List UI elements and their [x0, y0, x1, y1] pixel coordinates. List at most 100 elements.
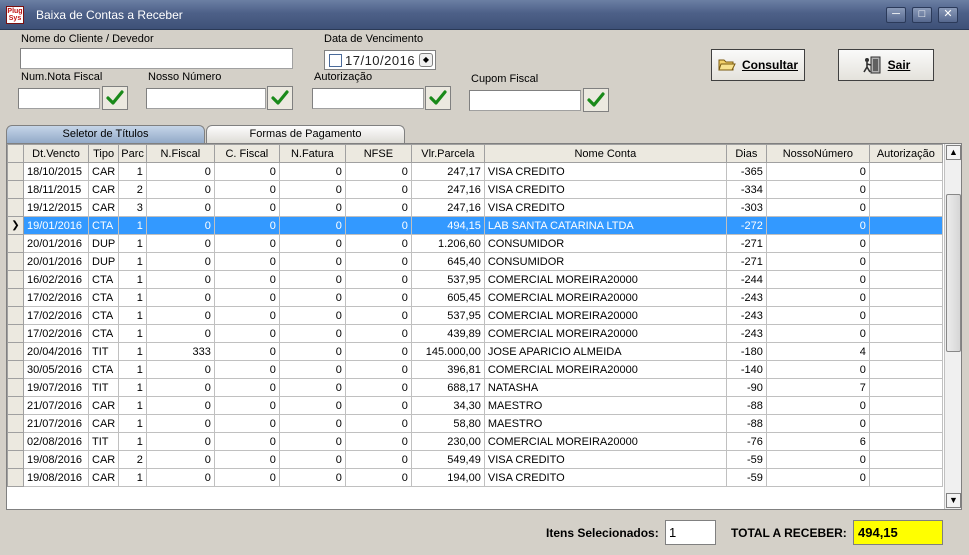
- row-indicator[interactable]: [7, 306, 24, 325]
- row-indicator[interactable]: [7, 234, 24, 253]
- nosso-numero-confirm-button[interactable]: [267, 86, 293, 110]
- column-header[interactable]: Autorização: [868, 144, 943, 163]
- table-cell: JOSE APARICIO ALMEIDA: [484, 342, 727, 361]
- vencimento-label: Data de Vencimento: [324, 33, 424, 45]
- cliente-label: Nome do Cliente / Devedor: [21, 33, 154, 45]
- table-cell: 0: [279, 252, 346, 271]
- cliente-input[interactable]: [20, 48, 293, 69]
- table-row[interactable]: 17/02/2016 CTA 1 0 0 0 0 537,95 COMERCIAL MOREIR…: [7, 306, 943, 325]
- consultar-label: Consultar: [741, 58, 798, 72]
- table-cell: -180: [726, 342, 767, 361]
- scroll-down-icon[interactable]: ▼: [946, 493, 961, 508]
- table-row[interactable]: 17/02/2016 CTA 1 0 0 0 0 605,45 COMERCIAL MOREIR…: [7, 288, 943, 307]
- date-dropdown-icon[interactable]: ◆: [419, 53, 433, 67]
- close-button[interactable]: ✕: [938, 7, 958, 23]
- row-indicator[interactable]: [7, 414, 24, 433]
- table-row[interactable]: 18/10/2015 CAR 1 0 0 0 0 247,17 VISA CREDITO -365…: [7, 162, 943, 181]
- row-indicator[interactable]: [7, 270, 24, 289]
- row-indicator[interactable]: [7, 252, 24, 271]
- table-row[interactable]: 18/11/2015 CAR 2 0 0 0 0 247,16 VISA CREDITO -334…: [7, 180, 943, 199]
- column-header[interactable]: Dias: [725, 144, 767, 163]
- table-row[interactable]: 19/08/2016 CAR 2 0 0 0 0 549,49 VISA CREDITO -59 0: [7, 450, 943, 469]
- nosso-numero-input[interactable]: [146, 88, 266, 109]
- minimize-button[interactable]: ─: [886, 7, 906, 23]
- column-header[interactable]: NossoNúmero: [765, 144, 870, 163]
- table-row[interactable]: ❯ 19/01/2016 CTA 1 0 0 0 0 494,15 LAB SANTA CATAR…: [7, 216, 943, 235]
- column-header[interactable]: NFSE: [344, 144, 412, 163]
- row-indicator[interactable]: [7, 288, 24, 307]
- table-cell: 19/07/2016: [23, 378, 89, 397]
- cupom-confirm-button[interactable]: [583, 88, 609, 112]
- table-cell: [869, 270, 943, 289]
- table-row[interactable]: 17/02/2016 CTA 1 0 0 0 0 439,89 COMERCIAL MOREIR…: [7, 324, 943, 343]
- table-cell: 0: [279, 180, 346, 199]
- scroll-up-icon[interactable]: ▲: [946, 145, 961, 160]
- column-header[interactable]: Vlr.Parcela: [410, 144, 485, 163]
- tab-seletor-titulos[interactable]: Seletor de Títulos: [6, 125, 205, 144]
- table-cell: -334: [726, 180, 767, 199]
- autorizacao-confirm-button[interactable]: [425, 86, 451, 110]
- sair-button[interactable]: Sair: [838, 49, 934, 81]
- table-cell: 20/01/2016: [23, 252, 89, 271]
- vertical-scrollbar[interactable]: ▲ ▼: [944, 144, 961, 509]
- num-nota-input[interactable]: [18, 88, 100, 109]
- num-nota-confirm-button[interactable]: [102, 86, 128, 110]
- table-row[interactable]: 30/05/2016 CTA 1 0 0 0 0 396,81 COMERCIAL MOREIR…: [7, 360, 943, 379]
- cupom-input[interactable]: [469, 90, 581, 111]
- column-header[interactable]: Nome Conta: [483, 144, 727, 163]
- grid-header-row: Dt.Vencto Tipo Parc N.Fiscal C. Fiscal N…: [7, 144, 943, 163]
- vencimento-date-picker[interactable]: 17/10/2016 ◆: [324, 50, 436, 70]
- column-header[interactable]: Tipo: [87, 144, 120, 163]
- row-indicator[interactable]: [7, 324, 24, 343]
- tab-formas-pagamento[interactable]: Formas de Pagamento: [206, 125, 405, 144]
- maximize-button[interactable]: □: [912, 7, 932, 23]
- table-row[interactable]: 20/01/2016 DUP 1 0 0 0 0 1.206,60 CONSUMIDOR -271…: [7, 234, 943, 253]
- table-cell: -303: [726, 198, 767, 217]
- column-header[interactable]: N.Fatura: [278, 144, 346, 163]
- table-cell: 0: [146, 396, 215, 415]
- row-indicator[interactable]: [7, 396, 24, 415]
- row-indicator[interactable]: [7, 342, 24, 361]
- cupom-label: Cupom Fiscal: [471, 73, 539, 85]
- titles-grid[interactable]: Dt.Vencto Tipo Parc N.Fiscal C. Fiscal N…: [6, 143, 962, 510]
- table-row[interactable]: 19/07/2016 TIT 1 0 0 0 0 688,17 NATASHA -90 7: [7, 378, 943, 397]
- grid-body: 18/10/2015 CAR 1 0 0 0 0 247,17 VISA CREDITO -365…: [7, 162, 943, 487]
- table-cell: -365: [726, 162, 767, 181]
- row-indicator[interactable]: [7, 468, 24, 487]
- column-header[interactable]: N.Fiscal: [145, 144, 215, 163]
- row-pointer-icon[interactable]: ❯: [7, 216, 24, 235]
- table-row[interactable]: 20/01/2016 DUP 1 0 0 0 0 645,40 CONSUMIDOR -271 0: [7, 252, 943, 271]
- column-header[interactable]: Parc: [118, 144, 147, 163]
- table-cell: 0: [279, 270, 346, 289]
- table-row[interactable]: 21/07/2016 CAR 1 0 0 0 0 34,30 MAESTRO -88 0: [7, 396, 943, 415]
- table-cell: 0: [345, 360, 412, 379]
- table-cell: 18/10/2015: [23, 162, 89, 181]
- row-indicator[interactable]: [7, 450, 24, 469]
- table-row[interactable]: 19/08/2016 CAR 1 0 0 0 0 194,00 VISA CREDITO -59 0: [7, 468, 943, 487]
- vencimento-checkbox[interactable]: [329, 54, 342, 67]
- table-row[interactable]: 02/08/2016 TIT 1 0 0 0 0 230,00 COMERCIAL MOREIR…: [7, 432, 943, 451]
- table-cell: 0: [766, 414, 870, 433]
- row-indicator[interactable]: [7, 198, 24, 217]
- table-cell: 17/02/2016: [23, 306, 89, 325]
- row-indicator[interactable]: [7, 180, 24, 199]
- table-row[interactable]: 19/12/2015 CAR 3 0 0 0 0 247,16 VISA CREDITO -303…: [7, 198, 943, 217]
- consultar-button[interactable]: Consultar: [711, 49, 805, 81]
- scrollbar-thumb[interactable]: [946, 194, 961, 352]
- row-indicator[interactable]: [7, 360, 24, 379]
- total-receber-label: TOTAL A RECEBER:: [731, 526, 847, 540]
- row-indicator[interactable]: [7, 378, 24, 397]
- table-cell: 0: [766, 216, 870, 235]
- table-cell: VISA CREDITO: [484, 198, 727, 217]
- column-header[interactable]: Dt.Vencto: [23, 144, 89, 163]
- table-cell: 18/11/2015: [23, 180, 89, 199]
- autorizacao-input[interactable]: [312, 88, 424, 109]
- row-indicator[interactable]: [7, 432, 24, 451]
- row-indicator[interactable]: [7, 162, 24, 181]
- total-receber-value: 494,15: [853, 520, 943, 545]
- table-row[interactable]: 21/07/2016 CAR 1 0 0 0 0 58,80 MAESTRO -88 0: [7, 414, 943, 433]
- table-cell: 194,00: [411, 468, 485, 487]
- column-header[interactable]: C. Fiscal: [213, 144, 280, 163]
- table-row[interactable]: 16/02/2016 CTA 1 0 0 0 0 537,95 COMERCIAL MOREIR…: [7, 270, 943, 289]
- table-row[interactable]: 20/04/2016 TIT 1 333 0 0 0 145.000,00 JOSE APARI…: [7, 342, 943, 361]
